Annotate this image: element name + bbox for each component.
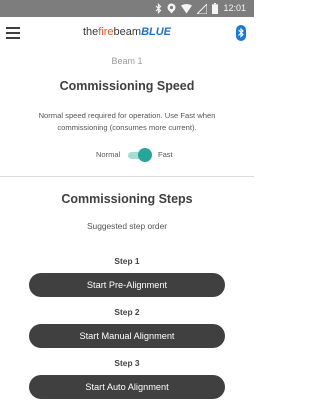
app-header: thefirebeamBLUE xyxy=(0,17,254,49)
battery-icon xyxy=(212,3,219,14)
brand-blue: BLUE xyxy=(141,26,172,38)
start-manual-alignment-button[interactable]: Start Manual Alignment xyxy=(29,324,225,348)
signal-icon xyxy=(197,3,208,14)
app-screen: 12:01 thefirebeamBLUE Beam 1 Commissioni… xyxy=(0,0,254,412)
status-icons: 12:01 xyxy=(155,2,246,15)
status-time: 12:01 xyxy=(223,3,246,13)
location-icon xyxy=(167,3,176,14)
speed-toggle-row: Normal Fast xyxy=(0,148,254,162)
status-bar: 12:01 xyxy=(0,0,254,17)
toggle-fast-label: Fast xyxy=(158,150,173,159)
steps-subtitle: Suggested step order xyxy=(86,221,168,231)
toggle-knob[interactable] xyxy=(138,148,152,162)
section-divider xyxy=(0,176,254,177)
hamburger-menu-icon[interactable] xyxy=(6,27,20,39)
brand-beam: beam xyxy=(113,26,142,38)
beam-name: Beam 1 xyxy=(111,56,143,66)
toggle-normal-label: Normal xyxy=(96,150,121,159)
step-2-label: Step 2 xyxy=(114,307,140,317)
speed-description: Normal speed required for operation. Use… xyxy=(38,111,216,132)
brand-the: the xyxy=(82,26,99,38)
brand-logo: thefirebeamBLUE xyxy=(52,25,202,39)
speed-title: Commissioning Speed xyxy=(59,79,195,93)
step-3-label: Step 3 xyxy=(114,358,140,368)
bluetooth-icon xyxy=(156,3,162,14)
steps-title: Commissioning Steps xyxy=(61,192,193,206)
brand-fire: fire xyxy=(98,26,114,38)
wifi-icon xyxy=(181,3,193,13)
start-pre-alignment-button[interactable]: Start Pre-Alignment xyxy=(29,273,225,297)
start-auto-alignment-button[interactable]: Start Auto Alignment xyxy=(29,375,225,399)
bluetooth-icon[interactable] xyxy=(236,25,246,41)
step-1-label: Step 1 xyxy=(114,256,140,266)
